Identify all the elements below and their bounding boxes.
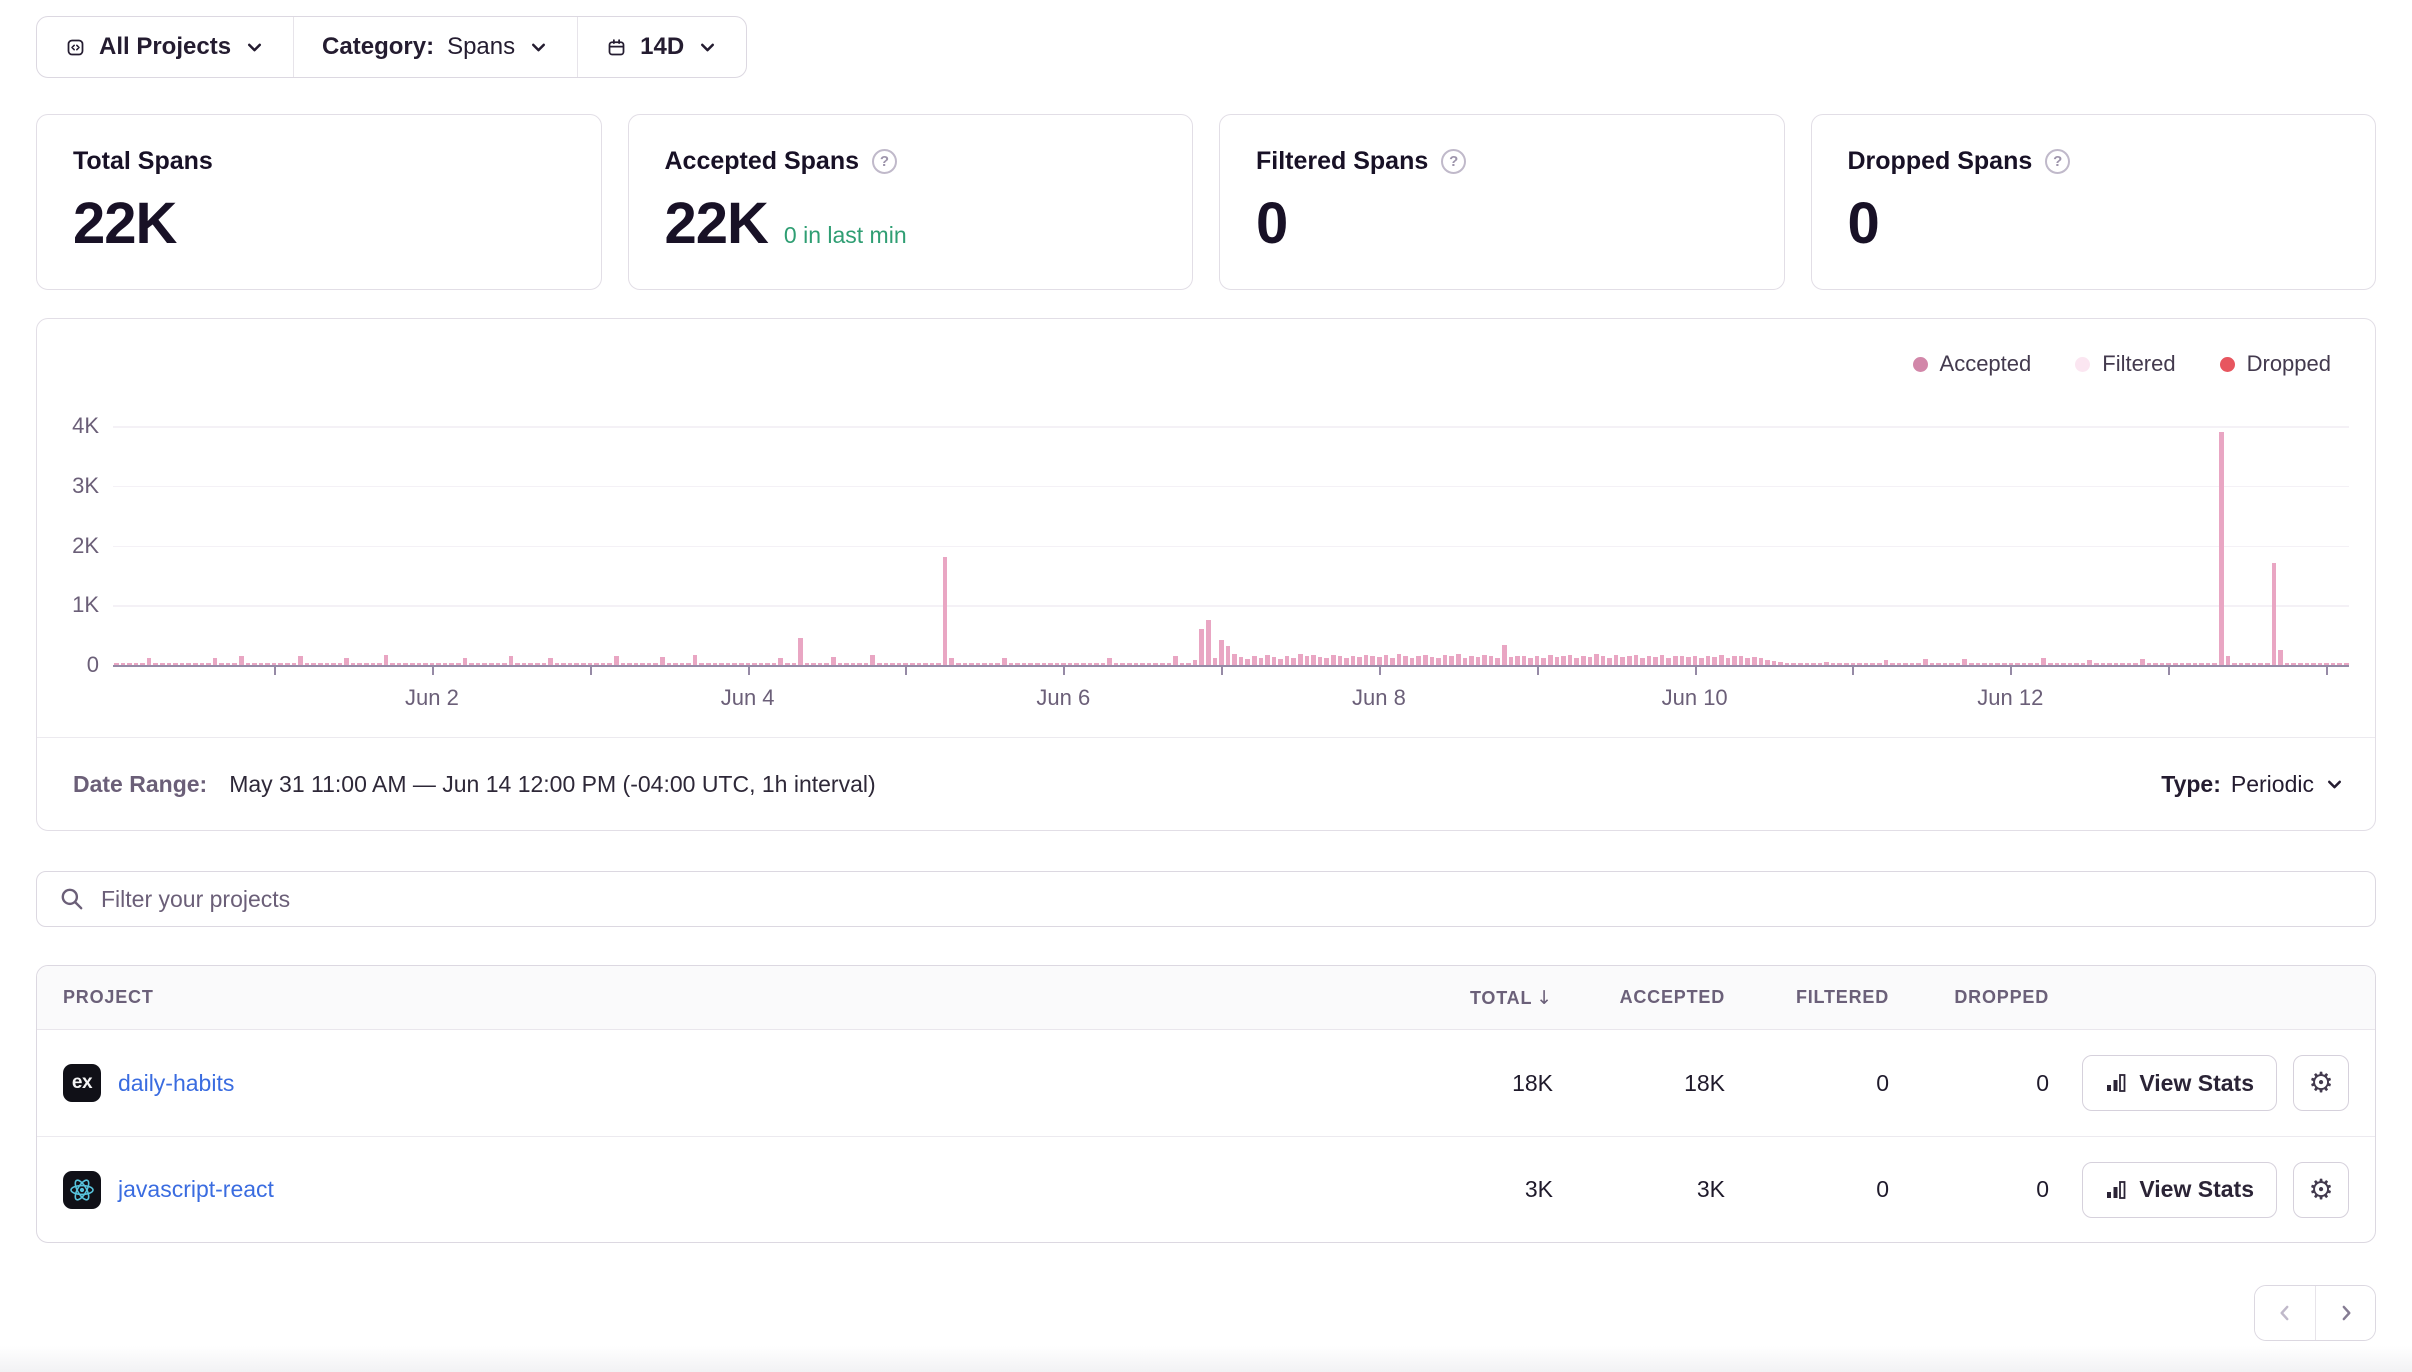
- date-range-value: May 31 11:00 AM — Jun 14 12:00 PM (-04:0…: [229, 771, 875, 798]
- chart-legend: Accepted Filtered Dropped: [1913, 351, 2331, 377]
- date-period-value: 14D: [640, 33, 684, 61]
- sort-desc-icon: ↓: [1536, 987, 1553, 1009]
- card-title: Total Spans: [73, 147, 213, 176]
- next-page-button[interactable]: [2315, 1286, 2375, 1340]
- date-period-dropdown[interactable]: 14D: [577, 17, 746, 77]
- legend-label: Filtered: [2102, 351, 2175, 377]
- card-title: Dropped Spans: [1848, 147, 2033, 176]
- view-stats-button[interactable]: View Stats: [2082, 1055, 2277, 1111]
- project-settings-button[interactable]: ⚙: [2293, 1055, 2349, 1111]
- legend-item-accepted[interactable]: Accepted: [1913, 351, 2032, 377]
- bar-chart-icon: [2105, 1179, 2127, 1201]
- chart-footer: Date Range: May 31 11:00 AM — Jun 14 12:…: [37, 737, 2375, 830]
- project-link[interactable]: javascript-react: [118, 1176, 274, 1203]
- total-value: 3K: [1378, 1176, 1553, 1203]
- search-icon: [59, 886, 85, 912]
- legend-dot-dropped: [2220, 357, 2235, 372]
- card-title: Accepted Spans: [665, 147, 860, 176]
- card-value: 22K: [73, 190, 176, 257]
- legend-item-filtered[interactable]: Filtered: [2075, 351, 2175, 377]
- chevron-left-icon: [2274, 1302, 2296, 1324]
- stat-cards: Total Spans 22K Accepted Spans ? 22K 0 i…: [36, 114, 2376, 290]
- project-settings-button[interactable]: ⚙: [2293, 1162, 2349, 1218]
- column-header-dropped[interactable]: DROPPED: [1889, 987, 2049, 1008]
- filter-bar: All Projects Category: Spans 14D: [36, 16, 747, 78]
- chevron-down-icon: [2324, 774, 2345, 795]
- category-filter-value: Spans: [447, 33, 515, 61]
- accepted-value: 18K: [1553, 1070, 1725, 1097]
- view-stats-label: View Stats: [2139, 1070, 2254, 1097]
- legend-label: Accepted: [1940, 351, 2032, 377]
- help-icon[interactable]: ?: [872, 149, 897, 174]
- legend-item-dropped[interactable]: Dropped: [2220, 351, 2331, 377]
- filtered-spans-card: Filtered Spans ? 0: [1219, 114, 1785, 290]
- project-icon: [65, 37, 86, 58]
- project-link[interactable]: daily-habits: [118, 1070, 234, 1097]
- chevron-down-icon: [244, 37, 265, 58]
- legend-label: Dropped: [2247, 351, 2331, 377]
- calendar-icon: [606, 37, 627, 58]
- projects-table: PROJECT TOTAL↓ ACCEPTED FILTERED DROPPED…: [36, 965, 2376, 1243]
- previous-page-button[interactable]: [2255, 1286, 2315, 1340]
- project-search-bar: [36, 871, 2376, 927]
- column-header-project: PROJECT: [63, 987, 1378, 1008]
- table-header-row: PROJECT TOTAL↓ ACCEPTED FILTERED DROPPED: [37, 966, 2375, 1030]
- help-icon[interactable]: ?: [1441, 149, 1466, 174]
- table-row: ex daily-habits 18K 18K 0 0 View Stats ⚙: [37, 1030, 2375, 1136]
- column-header-filtered[interactable]: FILTERED: [1725, 987, 1889, 1008]
- chart-y-axis-labels: 4K3K2K1K0: [65, 426, 99, 665]
- card-value: 0: [1256, 190, 1287, 257]
- gear-icon: ⚙: [2308, 1176, 2333, 1204]
- accepted-spans-card: Accepted Spans ? 22K 0 in last min: [628, 114, 1194, 290]
- last-min-status: 0 in last min: [784, 222, 907, 249]
- total-value: 18K: [1378, 1070, 1553, 1097]
- category-filter-dropdown[interactable]: Category: Spans: [293, 17, 577, 77]
- legend-dot-filtered: [2075, 357, 2090, 372]
- chart-bars: [113, 426, 2349, 665]
- type-value: Periodic: [2231, 771, 2314, 798]
- chevron-down-icon: [697, 37, 718, 58]
- column-header-total-label: TOTAL: [1470, 988, 1532, 1008]
- card-title: Filtered Spans: [1256, 147, 1428, 176]
- view-stats-button[interactable]: View Stats: [2082, 1162, 2277, 1218]
- card-value: 0: [1848, 190, 1879, 257]
- chart-plot-area[interactable]: [113, 426, 2349, 665]
- project-search-input[interactable]: [101, 886, 2353, 913]
- accepted-value: 3K: [1553, 1176, 1725, 1203]
- project-filter-label: All Projects: [99, 33, 231, 61]
- chevron-right-icon: [2335, 1302, 2357, 1324]
- expo-platform-icon: ex: [63, 1064, 101, 1102]
- view-stats-label: View Stats: [2139, 1176, 2254, 1203]
- chevron-down-icon: [528, 37, 549, 58]
- pagination: [36, 1285, 2376, 1341]
- filtered-value: 0: [1725, 1070, 1889, 1097]
- table-row: javascript-react 3K 3K 0 0 View Stats ⚙: [37, 1136, 2375, 1242]
- type-label: Type:: [2161, 771, 2221, 798]
- total-spans-card: Total Spans 22K: [36, 114, 602, 290]
- project-filter-dropdown[interactable]: All Projects: [37, 17, 293, 77]
- dropped-value: 0: [1889, 1070, 2049, 1097]
- dropped-spans-card: Dropped Spans ? 0: [1811, 114, 2377, 290]
- category-filter-label: Category:: [322, 33, 434, 61]
- filtered-value: 0: [1725, 1176, 1889, 1203]
- bar-chart-icon: [2105, 1072, 2127, 1094]
- react-platform-icon: [63, 1171, 101, 1209]
- date-range-label: Date Range:: [73, 771, 207, 798]
- chart-x-axis-ticks: [113, 665, 2349, 675]
- legend-dot-accepted: [1913, 357, 1928, 372]
- column-header-accepted[interactable]: ACCEPTED: [1553, 987, 1725, 1008]
- chart-x-axis-labels: Jun 2Jun 4Jun 6Jun 8Jun 10Jun 12: [113, 685, 2349, 715]
- usage-chart-card: Accepted Filtered Dropped 4K3K2K1K0 Jun …: [36, 318, 2376, 831]
- column-header-total[interactable]: TOTAL↓: [1378, 987, 1553, 1009]
- type-dropdown[interactable]: Type: Periodic: [2161, 771, 2345, 798]
- stats-page: All Projects Category: Spans 14D: [0, 0, 2412, 1372]
- card-value: 22K: [665, 190, 768, 257]
- help-icon[interactable]: ?: [2045, 149, 2070, 174]
- gear-icon: ⚙: [2308, 1069, 2333, 1097]
- dropped-value: 0: [1889, 1176, 2049, 1203]
